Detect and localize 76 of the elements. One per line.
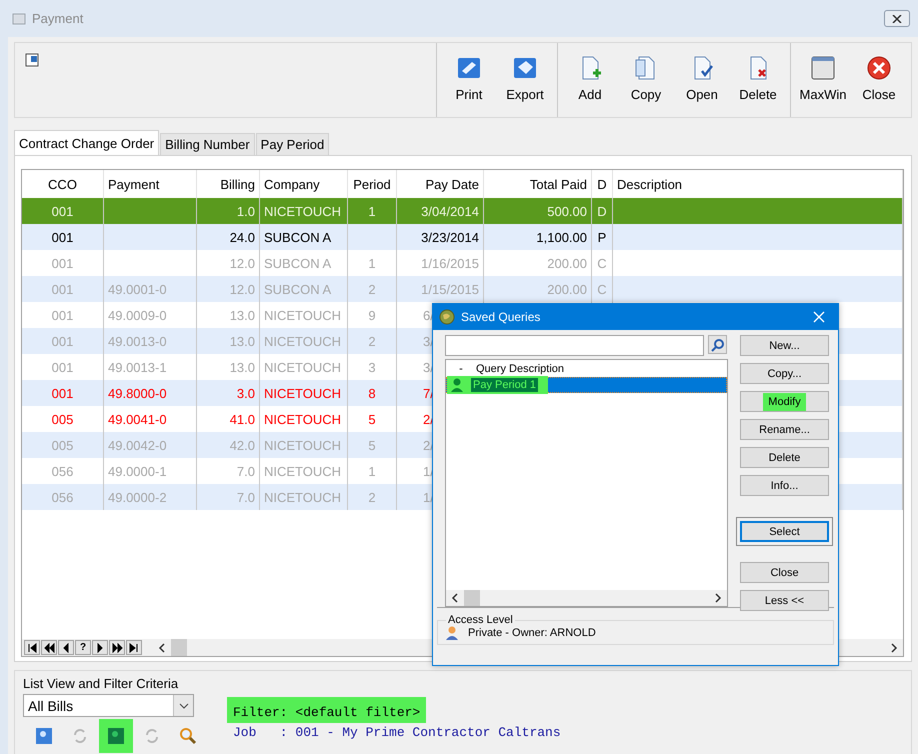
- table-cell: NICETOUCH: [264, 360, 342, 374]
- window-title: Payment: [32, 11, 84, 26]
- table-cell: 49.0041-0: [108, 412, 167, 426]
- table-cell: 200.00: [547, 282, 587, 296]
- table-cell: NICETOUCH: [264, 386, 342, 400]
- table-cell: C: [597, 282, 607, 296]
- job-text: Job : 001 - My Prime Contractor Caltrans: [232, 725, 562, 742]
- table-cell: 41.0: [230, 412, 255, 426]
- table-cell: 49.0000-2: [108, 490, 167, 504]
- table-cell: NICETOUCH: [264, 490, 342, 504]
- table-cell: 5: [368, 438, 376, 452]
- filter-text: Filter: <default filter>: [227, 697, 426, 723]
- table-cell: 12.0: [230, 256, 255, 270]
- table-cell: 001: [52, 282, 74, 296]
- table-cell: NICETOUCH: [264, 204, 342, 218]
- table-cell: 1,100.00: [536, 230, 587, 244]
- table-cell: 49.8000-0: [108, 386, 167, 400]
- table-cell: 3/23/2014: [421, 230, 479, 244]
- table-cell: 24.0: [230, 230, 255, 244]
- table-cell: 1/16/2015: [421, 256, 479, 270]
- table-cell: 1/15/2015: [421, 282, 479, 296]
- table-cell: 49.0000-1: [108, 464, 167, 478]
- table-cell: SUBCON A: [264, 256, 332, 270]
- table-cell: 001: [52, 360, 74, 374]
- table-cell: 200.00: [547, 256, 587, 270]
- table-cell: SUBCON A: [264, 230, 332, 244]
- table-cell: D: [597, 204, 607, 218]
- table-cell: 001: [52, 256, 74, 270]
- table-cell: 2: [368, 334, 376, 348]
- table-cell: 056: [52, 464, 74, 478]
- table-cell: 1: [368, 256, 376, 270]
- table-cell: 49.0013-0: [108, 334, 167, 348]
- list-header: Query Description: [476, 362, 564, 374]
- table-cell: 42.0: [230, 438, 255, 452]
- table-cell: 500.00: [547, 204, 587, 218]
- table-cell: NICETOUCH: [264, 464, 342, 478]
- table-cell: 13.0: [230, 308, 255, 322]
- table-cell: 005: [52, 438, 74, 452]
- table-cell: 3.0: [236, 386, 255, 400]
- table-cell: 9: [368, 308, 376, 322]
- table-cell: 13.0: [230, 360, 255, 374]
- table-cell: 49.0013-1: [108, 360, 167, 374]
- table-cell: 001: [52, 230, 74, 244]
- table-cell: NICETOUCH: [264, 308, 342, 322]
- table-cell: 001: [52, 386, 74, 400]
- table-cell: 5: [368, 412, 376, 426]
- table-cell: 8: [368, 386, 376, 400]
- table-cell: NICETOUCH: [264, 412, 342, 426]
- table-cell: 001: [52, 334, 74, 348]
- table-cell: 1: [368, 464, 376, 478]
- table-cell: 49.0001-0: [108, 282, 167, 296]
- table-cell: 001: [52, 308, 74, 322]
- table-cell: 7.0: [236, 490, 255, 504]
- table-cell: 13.0: [230, 334, 255, 348]
- table-cell: 12.0: [230, 282, 255, 296]
- table-cell: 005: [52, 412, 74, 426]
- table-cell: NICETOUCH: [264, 438, 342, 452]
- table-cell: C: [597, 256, 607, 270]
- table-cell: 3/04/2014: [421, 204, 479, 218]
- table-cell: 056: [52, 490, 74, 504]
- table-cell: 49.0009-0: [108, 308, 167, 322]
- table-cell: 1.0: [236, 204, 255, 218]
- group-title: List View and Filter Criteria: [23, 676, 180, 691]
- table-cell: 1: [368, 204, 376, 218]
- access-level-text: Private - Owner: ARNOLD: [468, 627, 596, 639]
- table-cell: SUBCON A: [264, 282, 332, 296]
- table-cell: 2: [368, 282, 376, 296]
- table-cell: 7.0: [236, 464, 255, 478]
- table-cell: 2: [368, 490, 376, 504]
- dialog-title: Saved Queries: [461, 310, 542, 324]
- group-title: Access Level: [447, 614, 514, 626]
- table-cell: P: [598, 230, 606, 244]
- table-cell: 49.0042-0: [108, 438, 167, 452]
- table-cell: 001: [52, 204, 74, 218]
- table-cell: 3: [368, 360, 376, 374]
- table-cell: NICETOUCH: [264, 334, 342, 348]
